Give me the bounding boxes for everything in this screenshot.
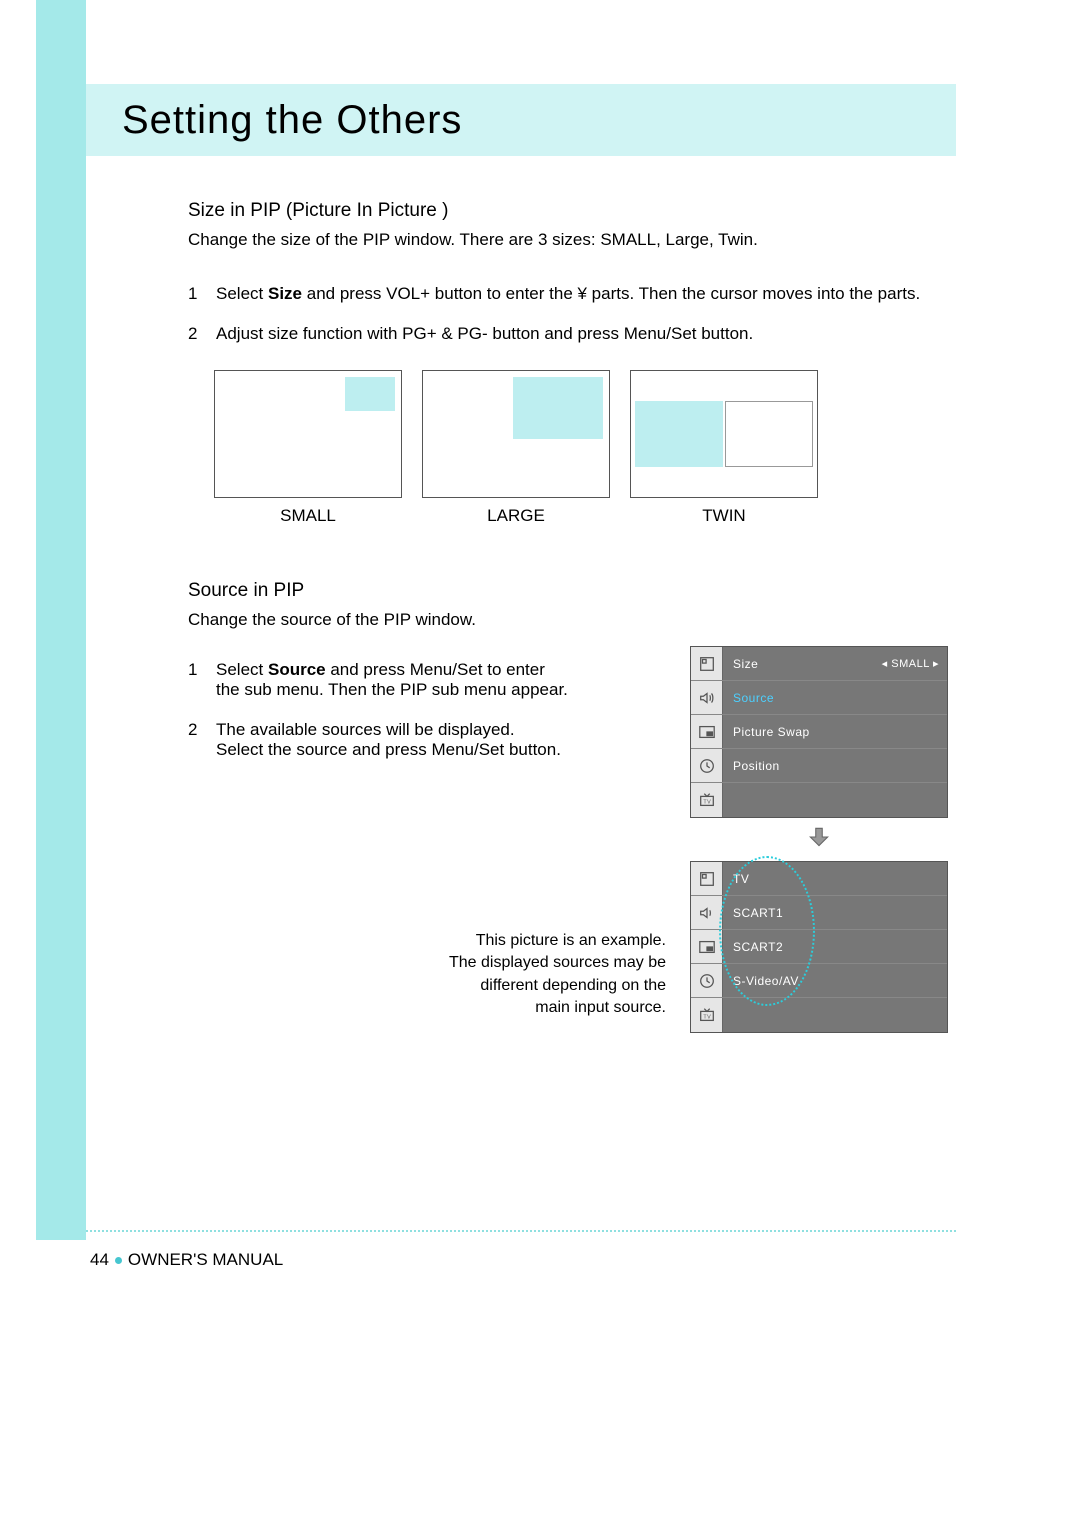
dot-icon bbox=[115, 1257, 122, 1264]
osd-row: TV bbox=[691, 998, 947, 1032]
section2-desc: Change the source of the PIP window. bbox=[188, 610, 948, 630]
tv-icon: TV bbox=[691, 998, 723, 1032]
section1-step1: 1 Select Size and press VOL+ button to e… bbox=[188, 284, 948, 304]
diagram-twin: TWIN bbox=[630, 370, 818, 526]
osd-row: Position bbox=[691, 749, 947, 783]
osd-row: SCART1 bbox=[691, 896, 947, 930]
svg-text:TV: TV bbox=[703, 800, 711, 806]
tv-icon: TV bbox=[691, 783, 723, 817]
footer: 44 OWNER'S MANUAL bbox=[90, 1250, 283, 1270]
pip-size-diagrams: SMALL LARGE TWIN bbox=[214, 370, 948, 526]
footer-divider bbox=[86, 1230, 956, 1232]
osd-row: SCART2 bbox=[691, 930, 947, 964]
step-number: 2 bbox=[188, 324, 216, 344]
step-number: 1 bbox=[188, 660, 216, 700]
screen-icon bbox=[691, 647, 723, 680]
step-number: 1 bbox=[188, 284, 216, 304]
section2-step2: 2 The available sources will be displaye… bbox=[188, 720, 568, 760]
screen-icon bbox=[691, 862, 723, 895]
speaker-icon bbox=[691, 681, 723, 714]
osd-menu-2: TV SCART1 SCART2 S-Video/AV TV bbox=[690, 861, 948, 1033]
osd-row: Size ◂ SMALL ▸ bbox=[691, 647, 947, 681]
step-number: 2 bbox=[188, 720, 216, 760]
diagram-large: LARGE bbox=[422, 370, 610, 526]
osd-row: S-Video/AV bbox=[691, 964, 947, 998]
page-title: Setting the Others bbox=[122, 98, 462, 143]
section1-desc: Change the size of the PIP window. There… bbox=[188, 230, 948, 250]
section2-title: Source in PIP bbox=[188, 580, 948, 602]
section2-step1: 1 Select Source and press Menu/Set to en… bbox=[188, 660, 568, 700]
speaker-icon bbox=[691, 896, 723, 929]
footer-label: OWNER'S MANUAL bbox=[128, 1250, 283, 1270]
clock-icon bbox=[691, 749, 723, 782]
pip-icon bbox=[691, 930, 723, 963]
arrow-down-icon bbox=[690, 824, 948, 855]
clock-icon bbox=[691, 964, 723, 997]
pip-icon bbox=[691, 715, 723, 748]
osd-menu-1: Size ◂ SMALL ▸ Source Picture Swap Posit… bbox=[690, 646, 948, 818]
osd-row: TV bbox=[691, 862, 947, 896]
side-accent bbox=[36, 0, 86, 1240]
diagram-small: SMALL bbox=[214, 370, 402, 526]
page-number: 44 bbox=[90, 1250, 109, 1270]
section1-title: Size in PIP (Picture In Picture ) bbox=[188, 200, 948, 222]
step-text: Select Source and press Menu/Set to ente… bbox=[216, 660, 568, 700]
step-text: Adjust size function with PG+ & PG- butt… bbox=[216, 324, 753, 344]
page-title-bar: Setting the Others bbox=[86, 84, 956, 156]
svg-text:TV: TV bbox=[703, 1015, 711, 1021]
step-text: The available sources will be displayed.… bbox=[216, 720, 561, 760]
osd-row: TV bbox=[691, 783, 947, 817]
step-text: Select Size and press VOL+ button to ent… bbox=[216, 284, 920, 304]
section1-step2: 2 Adjust size function with PG+ & PG- bu… bbox=[188, 324, 948, 344]
osd-row: Picture Swap bbox=[691, 715, 947, 749]
osd-row: Source bbox=[691, 681, 947, 715]
example-note: This picture is an example. The displaye… bbox=[426, 930, 666, 1020]
